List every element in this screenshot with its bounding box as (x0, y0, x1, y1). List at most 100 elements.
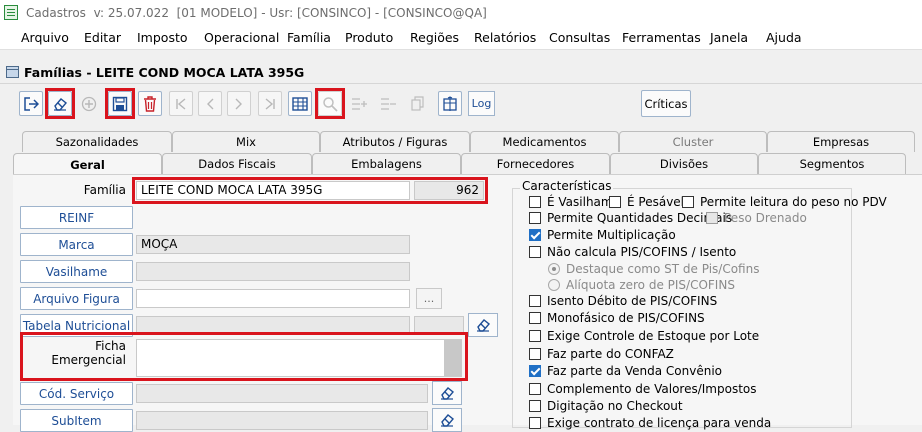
next-record-button[interactable] (227, 91, 251, 116)
save-icon (112, 96, 128, 111)
tab-empresas[interactable]: Empresas (767, 131, 915, 152)
checkbox-box[interactable] (529, 295, 541, 307)
cod-servico-input[interactable] (136, 384, 428, 403)
tab-mix[interactable]: Mix (172, 131, 320, 152)
isento-checkbox[interactable]: Isento Débito de PIS/COFINS (529, 294, 717, 308)
familia-code-input[interactable]: 962 (414, 181, 484, 200)
menu-consultas[interactable]: Consultas (549, 30, 610, 45)
menu-operacional[interactable]: Operacional (204, 30, 279, 45)
checkbox-box[interactable] (529, 330, 541, 342)
complemento-checkbox[interactable]: Complemento de Valores/Impostos (529, 382, 757, 396)
subitem-button[interactable]: SubItem (20, 409, 133, 432)
prev-record-button[interactable] (198, 91, 222, 116)
menu-imposto[interactable]: Imposto (137, 30, 188, 45)
destaque-radio[interactable]: Destaque como ST de Pis/Cofins (548, 262, 759, 276)
log-button[interactable]: Log (468, 91, 495, 116)
tabela-nutricional-code[interactable] (414, 316, 464, 335)
first-record-button[interactable] (169, 91, 193, 116)
save-button[interactable] (108, 91, 132, 116)
permite-mult-checkbox[interactable]: Permite Multiplicação (529, 228, 676, 242)
copy-button[interactable] (406, 91, 430, 116)
marca-button[interactable]: Marca (20, 233, 133, 256)
familia-input[interactable]: LEITE COND MOCA LATA 395G (136, 181, 410, 200)
browse-file-button[interactable]: ... (416, 288, 442, 309)
venda-convenio-checkbox[interactable]: Faz parte da Venda Convênio (529, 364, 722, 378)
permite-qtd-checkbox[interactable]: Permite Quantidades Decimais (529, 211, 732, 225)
menu-familia[interactable]: Família (287, 30, 331, 45)
menu-produto[interactable]: Produto (345, 30, 393, 45)
criticas-button[interactable]: Críticas (641, 90, 691, 117)
checkbox-box[interactable] (529, 348, 541, 360)
peso-drenado-checkbox[interactable]: Peso Drenado (706, 211, 807, 225)
exige-licenca-checkbox[interactable]: Exige contrato de licença para venda (529, 416, 771, 430)
column-settings-button[interactable] (438, 91, 462, 116)
checkbox-box[interactable] (529, 246, 541, 258)
clear-tabela-button[interactable] (468, 313, 498, 337)
checkbox-box[interactable] (682, 196, 694, 208)
checkbox-box[interactable] (706, 212, 718, 224)
arquivo-figura-button[interactable]: Arquivo Figura (20, 287, 133, 310)
vasilhame-button[interactable]: Vasilhame (20, 260, 133, 283)
exige-estoque-checkbox[interactable]: Exige Controle de Estoque por Lote (529, 329, 759, 343)
last-record-button[interactable] (258, 91, 282, 116)
tab-medicamentos[interactable]: Medicamentos (470, 131, 619, 152)
add-button[interactable] (77, 91, 101, 116)
monofasico-checkbox[interactable]: Monofásico de PIS/COFINS (529, 311, 705, 325)
tab-embalagens[interactable]: Embalagens (312, 153, 461, 174)
tab-sazonalidades[interactable]: Sazonalidades (22, 131, 172, 152)
tab-cluster[interactable]: Cluster (619, 131, 767, 152)
menu-arquivo[interactable]: Arquivo (21, 30, 69, 45)
e-vasilhame-checkbox[interactable]: É Vasilhame (529, 195, 620, 209)
nao-calcula-checkbox[interactable]: Não calcula PIS/COFINS / Isento (529, 245, 736, 259)
clear-button[interactable] (48, 91, 72, 116)
e-pesavel-checkbox[interactable]: É Pesável (609, 195, 684, 209)
tab-divisoes[interactable]: Divisões (610, 153, 758, 174)
vasilhame-input[interactable] (136, 262, 410, 281)
remove-line-button[interactable] (377, 91, 401, 116)
menu-relatorios[interactable]: Relatórios (474, 30, 536, 45)
subitem-input[interactable] (136, 411, 428, 430)
checkbox-box[interactable] (529, 383, 541, 395)
chevron-left-icon (207, 98, 214, 109)
clear-subitem-button[interactable] (432, 408, 462, 432)
tab-segmentos[interactable]: Segmentos (758, 153, 906, 174)
digitacao-checkbox[interactable]: Digitação no Checkout (529, 399, 683, 413)
tab-dados-fiscais[interactable]: Dados Fiscais (162, 153, 312, 174)
exit-button[interactable] (19, 91, 43, 116)
search-button[interactable] (318, 91, 342, 116)
menu-ajuda[interactable]: Ajuda (766, 30, 802, 45)
menu-ferramentas[interactable]: Ferramentas (622, 30, 701, 45)
add-line-button[interactable] (348, 91, 372, 116)
menu-editar[interactable]: Editar (84, 30, 121, 45)
arquivo-figura-input[interactable] (136, 289, 410, 308)
aliquota-radio[interactable]: Alíquota zero de PIS/COFINS (548, 278, 735, 292)
tab-atributos-figuras[interactable]: Atributos / Figuras (320, 131, 470, 152)
grid-view-button[interactable] (288, 91, 312, 116)
aliquota-label: Alíquota zero de PIS/COFINS (566, 278, 735, 292)
radio-button[interactable] (548, 279, 560, 291)
permite-leitura-checkbox[interactable]: Permite leitura do peso no PDV (682, 195, 887, 209)
tabela-nutricional-input[interactable] (136, 316, 410, 335)
tabela-nutricional-button[interactable]: Tabela Nutricional (20, 314, 133, 337)
menu-janela[interactable]: Janela (710, 30, 748, 45)
menu-regioes[interactable]: Regiões (410, 30, 459, 45)
reinf-button[interactable]: REINF (20, 206, 133, 229)
tab-geral[interactable]: Geral (13, 153, 162, 175)
checkbox-box-checked[interactable] (529, 365, 541, 377)
marca-input[interactable]: MOÇA (136, 235, 410, 254)
checkbox-box[interactable] (529, 400, 541, 412)
delete-button[interactable] (138, 91, 162, 116)
checkbox-box[interactable] (529, 212, 541, 224)
confaz-checkbox[interactable]: Faz parte do CONFAZ (529, 347, 674, 361)
ficha-scrollbar[interactable] (444, 340, 461, 376)
radio-selected[interactable] (548, 263, 560, 275)
tab-fornecedores[interactable]: Fornecedores (461, 153, 610, 174)
checkbox-box[interactable] (609, 196, 621, 208)
checkbox-box-checked[interactable] (529, 229, 541, 241)
clear-servico-button[interactable] (432, 381, 462, 405)
checkbox-box[interactable] (529, 196, 541, 208)
cod-servico-button[interactable]: Cód. Serviço (20, 382, 133, 405)
ficha-emergencial-input[interactable] (136, 339, 462, 377)
checkbox-box[interactable] (529, 417, 541, 429)
checkbox-box[interactable] (529, 312, 541, 324)
